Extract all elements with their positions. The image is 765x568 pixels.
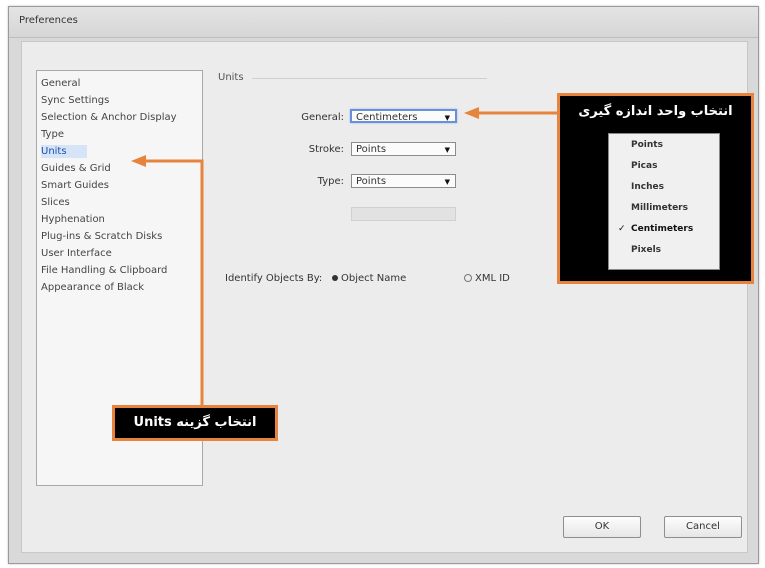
- checkmark-icon: ✓: [618, 224, 626, 234]
- sidebar-item-units[interactable]: Units: [41, 145, 87, 158]
- type-unit-label: Type:: [317, 176, 344, 187]
- sidebar-item-file-handling-clipboard[interactable]: File Handling & Clipboard: [41, 264, 167, 277]
- measurement-callout: انتخاب واحد اندازه گیری Points Picas Inc…: [557, 93, 754, 284]
- sidebar-item-general[interactable]: General: [41, 77, 80, 90]
- identify-objects-label: Identify Objects By:: [225, 273, 323, 284]
- dropdown-option[interactable]: Pixels: [631, 245, 661, 255]
- radio-selected-icon: [332, 275, 338, 281]
- dropdown-option[interactable]: Millimeters: [631, 203, 688, 213]
- stroke-unit-value: Points: [356, 144, 387, 155]
- units-dropdown-list: Points Picas Inches Millimeters ✓ Centime…: [608, 133, 720, 270]
- general-unit-label: General:: [301, 112, 344, 123]
- stroke-unit-select[interactable]: Points ▼: [351, 142, 456, 156]
- disabled-select: [351, 207, 456, 221]
- chevron-down-icon: ▼: [444, 178, 450, 186]
- sidebar-item-smart-guides[interactable]: Smart Guides: [41, 179, 109, 192]
- units-section-heading: Units: [218, 72, 244, 83]
- chevron-down-icon: ▼: [444, 146, 450, 154]
- sidebar-item-guides-grid[interactable]: Guides & Grid: [41, 162, 111, 175]
- type-unit-select[interactable]: Points ▼: [351, 174, 456, 188]
- sidebar-item-appearance-of-black[interactable]: Appearance of Black: [41, 281, 144, 294]
- dropdown-option[interactable]: Points: [631, 140, 663, 150]
- units-callout: انتخاب گزینه Units: [112, 405, 278, 441]
- measurement-callout-title: انتخاب واحد اندازه گیری: [578, 104, 733, 119]
- units-callout-text: انتخاب گزینه Units: [133, 415, 257, 430]
- general-unit-select[interactable]: Centimeters ▼: [350, 109, 457, 123]
- chevron-down-icon: ▼: [444, 114, 450, 122]
- dropdown-option-selected[interactable]: ✓ Centimeters: [618, 224, 694, 234]
- sidebar-item-hyphenation[interactable]: Hyphenation: [41, 213, 105, 226]
- section-divider: [252, 78, 487, 79]
- object-name-radio[interactable]: Object Name: [332, 273, 406, 284]
- general-unit-value: Centimeters: [356, 112, 418, 123]
- type-unit-value: Points: [356, 176, 387, 187]
- stroke-unit-label: Stroke:: [308, 144, 344, 155]
- dialog-title: Preferences: [19, 15, 78, 26]
- preferences-dialog: Preferences General Sync Settings Select…: [8, 6, 759, 564]
- dropdown-option[interactable]: Inches: [631, 182, 664, 192]
- sidebar-item-sync-settings[interactable]: Sync Settings: [41, 94, 109, 107]
- sidebar-item-selection-anchor-display[interactable]: Selection & Anchor Display: [41, 111, 177, 124]
- dropdown-option-selected-label: Centimeters: [631, 224, 694, 234]
- dropdown-option[interactable]: Picas: [631, 161, 657, 171]
- sidebar-item-plugins-scratch-disks[interactable]: Plug-ins & Scratch Disks: [41, 230, 162, 243]
- object-name-radio-label: Object Name: [341, 273, 407, 284]
- cancel-button[interactable]: Cancel: [664, 516, 742, 538]
- xml-id-radio[interactable]: XML ID: [464, 273, 510, 284]
- sidebar-item-type[interactable]: Type: [41, 128, 64, 141]
- sidebar-item-user-interface[interactable]: User Interface: [41, 247, 112, 260]
- ok-button[interactable]: OK: [563, 516, 641, 538]
- radio-unselected-icon: [464, 274, 472, 282]
- xml-id-radio-label: XML ID: [475, 273, 510, 284]
- title-bar: Preferences: [9, 7, 758, 38]
- sidebar-item-slices[interactable]: Slices: [41, 196, 70, 209]
